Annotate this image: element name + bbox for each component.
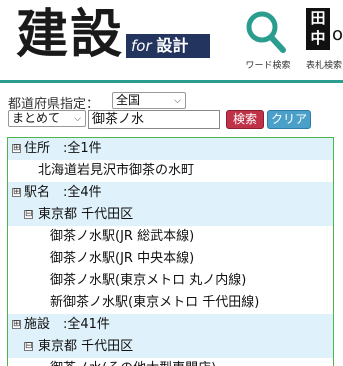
search-input[interactable]: 御茶ノ水 <box>88 110 220 129</box>
nameplate-search-link[interactable]: 田 中 o 表札検索 <box>306 8 343 71</box>
match-mode-select-value: まとめて <box>12 111 61 125</box>
logo-badge-sekkei: 設計 <box>156 36 189 55</box>
result-group-prefecture[interactable]: ⊟ 東京都 千代田区 <box>8 204 333 226</box>
logo-badge-for: for <box>131 37 152 55</box>
match-mode-select[interactable]: まとめて ⌵ <box>8 110 86 127</box>
chevron-down-icon: ⌵ <box>174 96 181 106</box>
nameplate-icon-top: 田 <box>310 9 326 27</box>
site-header: 建設 for 設計 ワード検索 田 中 o 表札検索 <box>0 0 343 80</box>
category-label: 施設 :全41件 <box>24 317 110 332</box>
word-search-link[interactable]: ワード検索 <box>240 8 296 71</box>
category-label: 駅名 :全4件 <box>24 185 102 200</box>
group-label: 東京都 千代田区 <box>38 339 134 354</box>
prefecture-select-value: 全国 <box>116 93 141 107</box>
collapse-icon[interactable]: ⊟ <box>24 342 33 351</box>
nameplate-icon: 田 中 <box>306 8 330 50</box>
result-item[interactable]: 北海道岩見沢市御茶の水町 <box>8 160 333 182</box>
nameplate-icon-o: o <box>332 24 343 45</box>
result-item-label: 北海道岩見沢市御茶の水町 <box>38 163 195 178</box>
clear-button[interactable]: クリア <box>267 110 311 129</box>
logo-badge: for 設計 <box>126 34 210 58</box>
search-form: 都道府県指定： 全国 ⌵ まとめて ⌵ 御茶ノ水 検索 クリア <box>0 83 343 133</box>
result-item[interactable]: 御茶ノ水(その他大型専門店) <box>8 358 333 366</box>
site-logo[interactable]: 建設 <box>16 4 124 66</box>
nameplate-icon-bottom: 中 <box>310 29 326 47</box>
chevron-down-icon: ⌵ <box>74 114 81 124</box>
result-item[interactable]: 御茶ノ水駅(JR 中央本線) <box>8 248 333 270</box>
result-item[interactable]: 御茶ノ水駅(JR 総武本線) <box>8 226 333 248</box>
result-category-station[interactable]: ⊞ 駅名 :全4件 <box>8 182 333 204</box>
group-label: 東京都 千代田区 <box>38 207 134 222</box>
results-panel: ⊞ 住所 :全1件 北海道岩見沢市御茶の水町 ⊞ 駅名 :全4件 ⊟ 東京都 千… <box>7 137 334 366</box>
result-category-facility[interactable]: ⊞ 施設 :全41件 <box>8 314 333 336</box>
result-category-address[interactable]: ⊞ 住所 :全1件 <box>8 138 333 160</box>
collapse-icon[interactable]: ⊟ <box>24 210 33 219</box>
expand-icon[interactable]: ⊞ <box>12 144 21 153</box>
result-group-prefecture[interactable]: ⊟ 東京都 千代田区 <box>8 336 333 358</box>
result-item-label: 御茶ノ水(その他大型専門店) <box>50 358 216 366</box>
category-label: 住所 :全1件 <box>24 141 102 156</box>
prefecture-select[interactable]: 全国 ⌵ <box>112 92 186 109</box>
result-item-label: 御茶ノ水駅(JR 中央本線) <box>50 251 195 266</box>
word-search-label: ワード検索 <box>245 61 291 71</box>
result-item-label: 御茶ノ水駅(JR 総武本線) <box>50 229 195 244</box>
result-item[interactable]: 新御茶ノ水駅(東京メトロ 千代田線) <box>8 292 333 314</box>
result-item[interactable]: 御茶ノ水駅(東京メトロ 丸ノ内線) <box>8 270 333 292</box>
expand-icon[interactable]: ⊞ <box>12 188 21 197</box>
result-item-label: 新御茶ノ水駅(東京メトロ 千代田線) <box>50 295 260 310</box>
expand-icon[interactable]: ⊞ <box>12 320 21 329</box>
nameplate-search-label: 表札検索 <box>306 61 343 71</box>
result-item-label: 御茶ノ水駅(東京メトロ 丸ノ内線) <box>50 273 247 288</box>
search-button[interactable]: 検索 <box>226 110 264 129</box>
search-icon <box>246 11 286 53</box>
